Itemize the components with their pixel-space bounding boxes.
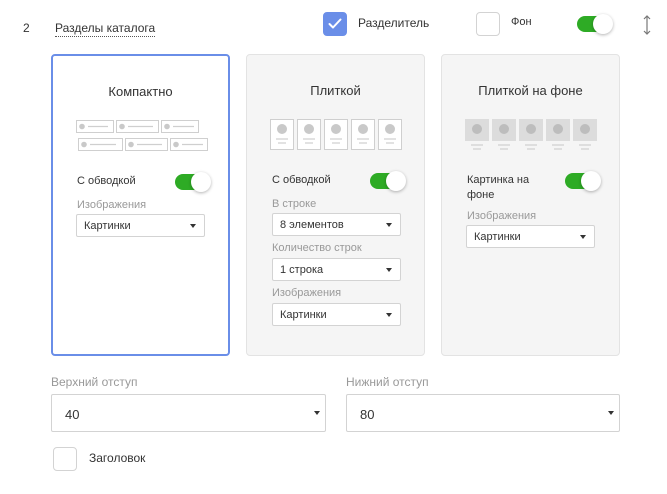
per-row-select[interactable]: 8 элементов bbox=[272, 213, 401, 236]
layout-card-tile-bg[interactable]: Плиткой на фоне Картинка на фоне Изображ… bbox=[441, 54, 620, 356]
caret-down-icon bbox=[608, 411, 614, 415]
bottom-padding-label: Нижний отступ bbox=[346, 375, 429, 389]
rows-count-select-value: 1 строка bbox=[280, 264, 324, 276]
compact-preview-icon bbox=[76, 120, 208, 151]
caret-down-icon bbox=[190, 224, 196, 228]
card-title: Компактно bbox=[108, 84, 173, 99]
card-title: Плиткой bbox=[310, 83, 361, 98]
caret-down-icon bbox=[386, 268, 392, 272]
caret-down-icon bbox=[386, 223, 392, 227]
background-checkbox[interactable] bbox=[476, 12, 500, 36]
toggle-knob bbox=[191, 172, 211, 192]
caret-down-icon bbox=[314, 411, 320, 415]
section-visible-toggle[interactable] bbox=[577, 14, 613, 34]
images-select[interactable]: Картинки bbox=[466, 225, 595, 248]
top-padding-label: Верхний отступ bbox=[51, 375, 138, 389]
per-row-select-value: 8 элементов bbox=[280, 219, 344, 231]
images-select-value: Картинки bbox=[280, 309, 327, 321]
images-label: Изображения bbox=[272, 287, 342, 299]
caret-down-icon bbox=[386, 313, 392, 317]
bg-image-toggle[interactable] bbox=[565, 171, 601, 191]
separator-checkbox[interactable] bbox=[323, 12, 347, 36]
bottom-padding-select[interactable]: 80 bbox=[346, 394, 620, 432]
per-row-label: В строке bbox=[272, 198, 317, 210]
bottom-padding-value: 80 bbox=[360, 407, 375, 422]
toggle-knob bbox=[581, 171, 601, 191]
tile-preview-icon bbox=[270, 119, 402, 150]
tile-bg-preview-icon bbox=[465, 119, 597, 150]
images-select[interactable]: Картинки bbox=[272, 303, 401, 326]
drag-handle-icon[interactable] bbox=[642, 14, 652, 36]
layout-card-tile[interactable]: Плиткой С обводкой В строке 8 элементов … bbox=[246, 54, 425, 356]
border-toggle[interactable] bbox=[370, 171, 406, 191]
images-select-value: Картинки bbox=[84, 220, 131, 232]
heading-label: Заголовок bbox=[89, 451, 146, 465]
caret-down-icon bbox=[580, 235, 586, 239]
card-title: Плиткой на фоне bbox=[478, 83, 583, 98]
layout-card-compact[interactable]: Компактно С обводкой Изображения Картинк… bbox=[51, 54, 230, 356]
images-label: Изображения bbox=[77, 199, 147, 211]
toggle-knob bbox=[593, 14, 613, 34]
section-index: 2 bbox=[23, 21, 30, 35]
toggle-knob bbox=[386, 171, 406, 191]
top-padding-value: 40 bbox=[65, 407, 80, 422]
heading-checkbox[interactable] bbox=[53, 447, 77, 471]
images-label: Изображения bbox=[467, 210, 537, 222]
rows-count-label: Количество строк bbox=[272, 242, 362, 254]
border-toggle[interactable] bbox=[175, 172, 211, 192]
images-select-value: Картинки bbox=[474, 231, 521, 243]
bg-image-label-line2: фоне bbox=[467, 189, 495, 201]
separator-label: Разделитель bbox=[358, 16, 430, 30]
border-option-label: С обводкой bbox=[77, 175, 136, 187]
background-label: Фон bbox=[511, 16, 532, 28]
images-select[interactable]: Картинки bbox=[76, 214, 205, 237]
bg-image-label: Картинка на bbox=[467, 174, 530, 186]
check-icon bbox=[328, 18, 342, 29]
section-title-link[interactable]: Разделы каталога bbox=[55, 21, 156, 37]
rows-count-select[interactable]: 1 строка bbox=[272, 258, 401, 281]
border-option-label: С обводкой bbox=[272, 174, 331, 186]
top-padding-select[interactable]: 40 bbox=[51, 394, 326, 432]
